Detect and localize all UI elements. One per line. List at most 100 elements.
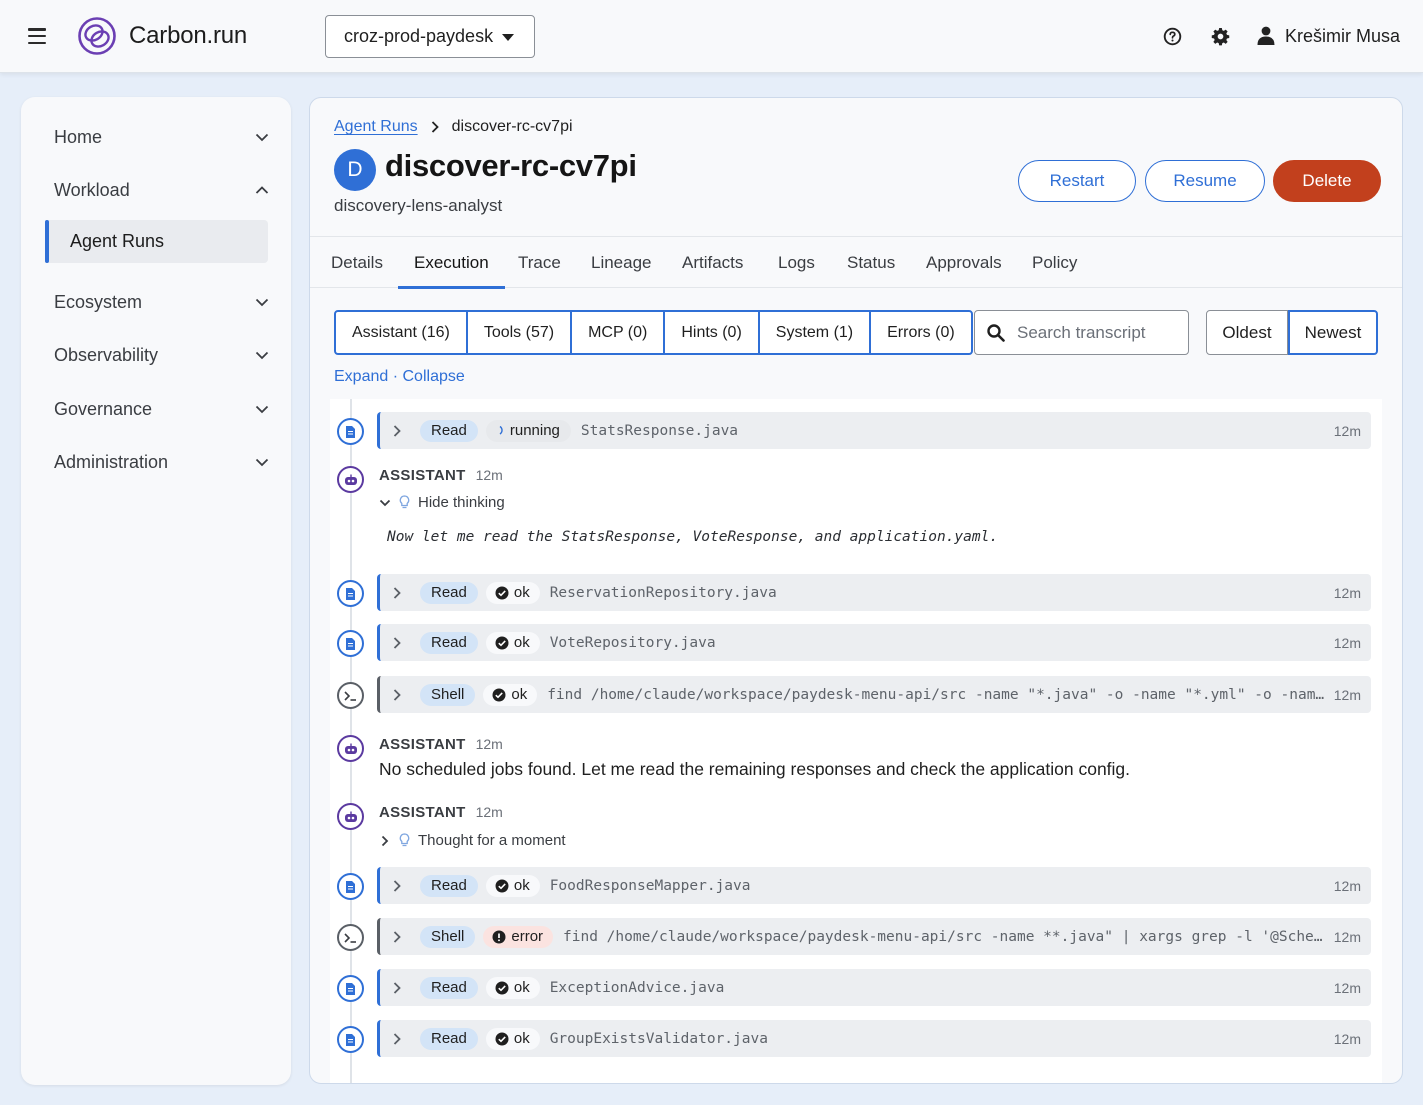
file-icon — [337, 975, 364, 1002]
main-panel: Agent Runs discover-rc-cv7pi D discover-… — [309, 97, 1403, 1084]
tool-kind-badge: Read — [420, 631, 478, 654]
status-text: ok — [513, 979, 530, 996]
status-text: ok — [513, 584, 530, 601]
transcript-tool-row[interactable]: Shell ok find /home/claude/workspace/pay… — [377, 676, 1371, 713]
collapse-link[interactable]: Collapse — [403, 368, 465, 385]
sidebar-item-home[interactable]: Home — [54, 122, 269, 152]
thinking-text: Now let me read the StatsResponse, VoteR… — [387, 529, 999, 545]
thought-toggle[interactable]: Thought for a moment — [379, 832, 566, 849]
chevron-right-icon[interactable] — [392, 424, 402, 437]
filter-mcp[interactable]: MCP (0) — [572, 312, 666, 353]
project-select[interactable]: croz-prod-paydesk — [325, 15, 535, 58]
timestamp: 12m — [1333, 979, 1361, 996]
sidebar-item-administration[interactable]: Administration — [54, 447, 269, 477]
brand-name[interactable]: Carbon.run — [129, 22, 247, 50]
file-icon — [337, 873, 364, 900]
delete-button[interactable]: Delete — [1273, 160, 1381, 202]
sidebar-item-label: Workload — [54, 179, 130, 200]
breadcrumb: Agent Runs discover-rc-cv7pi — [334, 118, 573, 136]
sidebar-item-ecosystem[interactable]: Ecosystem — [54, 287, 269, 317]
timestamp: 12m — [475, 804, 503, 820]
filter-hints[interactable]: Hints (0) — [665, 312, 760, 353]
tab-lineage[interactable]: Lineage — [591, 237, 652, 288]
chevron-right-icon[interactable] — [392, 1032, 402, 1045]
transcript-tool-row[interactable]: Read ok VoteRepository.java 12m — [377, 624, 1371, 661]
filter-errors[interactable]: Errors (0) — [871, 312, 971, 353]
tab-details[interactable]: Details — [331, 237, 383, 288]
tool-target: FoodResponseMapper.java — [549, 877, 751, 894]
tab-approvals[interactable]: Approvals — [926, 237, 1002, 288]
sidebar-item-label: Home — [54, 126, 103, 147]
tab-logs[interactable]: Logs — [778, 237, 815, 288]
user-name[interactable]: Krešimir Musa — [1285, 26, 1400, 47]
chevron-right-icon[interactable] — [392, 688, 402, 701]
assistant-bot-icon — [337, 803, 364, 830]
timestamp: 12m — [1333, 1030, 1361, 1047]
sidebar-item-agent-runs[interactable]: Agent Runs — [45, 220, 268, 263]
transcript-tool-row[interactable]: Read ok FoodResponseMapper.java 12m — [377, 867, 1371, 904]
chevron-down-icon — [255, 133, 269, 142]
tab-status[interactable]: Status — [847, 237, 895, 288]
transcript-tool-row[interactable]: Read ok GroupExistsValidator.java 12m — [377, 1020, 1371, 1057]
filter-system[interactable]: System (1) — [760, 312, 872, 353]
expand-link[interactable]: Expand — [334, 368, 388, 385]
transcript-tool-row[interactable]: Shell error find /home/claude/workspace/… — [377, 918, 1371, 955]
timestamp: 12m — [1333, 422, 1361, 439]
restart-button[interactable]: Restart — [1018, 160, 1136, 202]
chevron-right-icon[interactable] — [392, 981, 402, 994]
sidebar-item-workload[interactable]: Workload — [54, 175, 269, 205]
tool-command: find /home/claude/workspace/paydesk-menu… — [563, 928, 1326, 945]
status-badge: running — [485, 419, 571, 442]
status-badge: ok — [485, 976, 540, 999]
breadcrumb-agent-runs-link[interactable]: Agent Runs — [334, 118, 418, 136]
chevron-right-icon[interactable] — [392, 586, 402, 599]
gear-icon[interactable] — [1211, 27, 1230, 46]
hide-thinking-toggle[interactable]: Hide thinking — [379, 494, 505, 511]
tool-kind-badge: Read — [420, 1027, 478, 1050]
transcript-tool-row[interactable]: Read ok ReservationRepository.java 12m — [377, 574, 1371, 611]
tool-target: GroupExistsValidator.java — [549, 1030, 768, 1047]
file-icon — [337, 630, 364, 657]
filter-tools[interactable]: Tools (57) — [468, 312, 573, 353]
check-circle-icon — [495, 1032, 509, 1045]
status-text: error — [511, 928, 544, 945]
chevron-right-icon[interactable] — [392, 930, 402, 943]
assistant-bot-icon — [337, 466, 364, 493]
tool-target: ExceptionAdvice.java — [549, 979, 725, 996]
status-badge: ok — [483, 683, 538, 706]
status-text: running — [509, 422, 560, 439]
tab-artifacts[interactable]: Artifacts — [682, 237, 743, 288]
sidebar-item-governance[interactable]: Governance — [54, 394, 269, 424]
sidebar-item-observability[interactable]: Observability — [54, 340, 269, 370]
tool-kind-badge: Read — [420, 581, 478, 604]
transcript-tool-row[interactable]: Read ok ExceptionAdvice.java 12m — [377, 969, 1371, 1006]
assistant-bot-icon — [337, 735, 364, 762]
transcript-tool-row[interactable]: Read running StatsResponse.java 12m — [377, 412, 1371, 449]
menu-icon[interactable] — [28, 28, 46, 44]
terminal-icon — [337, 924, 364, 951]
tool-kind-badge: Shell — [420, 925, 476, 948]
sort-newest-button[interactable]: Newest — [1288, 310, 1378, 355]
tab-execution[interactable]: Execution — [398, 237, 505, 289]
tool-kind-badge: Read — [420, 419, 478, 442]
help-icon[interactable] — [1163, 27, 1182, 46]
status-badge: error — [483, 925, 554, 948]
sidebar-item-label: Ecosystem — [54, 291, 143, 312]
tab-policy[interactable]: Policy — [1032, 237, 1077, 288]
resume-button[interactable]: Resume — [1145, 160, 1265, 202]
filter-assistant[interactable]: Assistant (16) — [336, 312, 468, 353]
error-circle-icon — [492, 930, 506, 943]
sidebar: Home Workload Agent Runs Ecosystem Obser… — [21, 97, 291, 1085]
transcript: Read running StatsResponse.java 12m ASSI… — [330, 399, 1382, 1083]
timestamp: 12m — [1333, 686, 1361, 703]
separator-dot: · — [392, 368, 399, 385]
user-icon — [1257, 26, 1275, 45]
toggle-label: Hide thinking — [418, 494, 505, 511]
chevron-right-icon[interactable] — [392, 879, 402, 892]
search-transcript-input[interactable] — [1017, 322, 1182, 343]
chevron-right-icon[interactable] — [392, 636, 402, 649]
search-box — [974, 310, 1189, 355]
sort-oldest-button[interactable]: Oldest — [1206, 310, 1288, 355]
top-bar: Carbon.run croz-prod-paydesk Krešimir Mu… — [0, 0, 1423, 73]
tab-trace[interactable]: Trace — [518, 237, 561, 288]
